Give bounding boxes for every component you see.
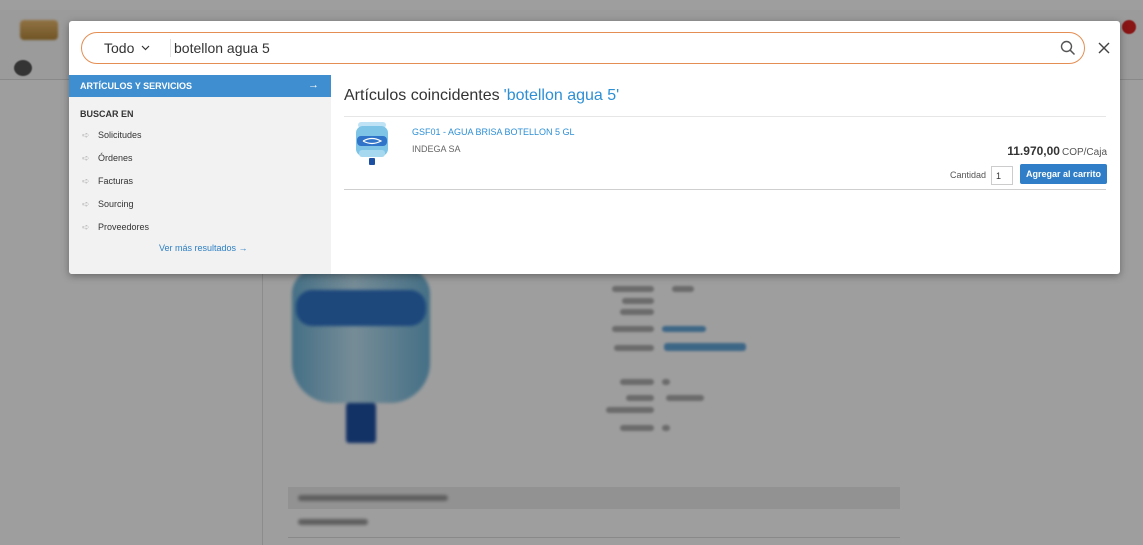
search-in-item-sourcing[interactable]: ➪ Sourcing — [82, 199, 149, 222]
item-label: Facturas — [98, 176, 134, 186]
search-in-item-facturas[interactable]: ➪ Facturas — [82, 176, 149, 199]
scope-divider — [170, 39, 171, 57]
scope-label: Todo — [104, 40, 135, 56]
search-in-list: ➪ Solicitudes ➪ Órdenes ➪ Facturas ➪ Sou… — [82, 130, 149, 245]
search-icon[interactable] — [1059, 39, 1077, 57]
item-label: Sourcing — [98, 199, 134, 209]
close-icon[interactable] — [1094, 38, 1114, 58]
arrow-right-icon: ➪ — [82, 199, 90, 209]
search-modal: Todo ARTÍCULOS Y SERVICIOS → BUSCAR EN ➪… — [69, 21, 1120, 274]
search-scope-panel: ARTÍCULOS Y SERVICIOS → BUSCAR EN ➪ Soli… — [69, 75, 331, 274]
arrow-right-icon: ➪ — [82, 222, 90, 232]
product-name-link[interactable]: GSF01 - AGUA BRISA BOTELLON 5 GL — [412, 127, 575, 137]
search-in-item-proveedores[interactable]: ➪ Proveedores — [82, 222, 149, 245]
results-title: Artículos coincidentes'botellon agua 5' — [344, 87, 619, 105]
arrow-right-icon: ➪ — [82, 130, 90, 140]
product-thumbnail[interactable] — [356, 122, 388, 172]
item-label: Órdenes — [98, 153, 133, 163]
arrow-right-icon: → — [308, 79, 319, 91]
price-unit: COP/Caja — [1061, 147, 1107, 158]
chevron-down-icon — [141, 43, 150, 54]
item-label: Proveedores — [98, 222, 150, 232]
item-label: Solicitudes — [98, 130, 142, 140]
scope-dropdown[interactable]: Todo — [104, 33, 150, 63]
product-price: 11.970,00 COP/Caja — [1007, 144, 1107, 158]
price-value: 11.970,00 — [1007, 144, 1060, 158]
quantity-input[interactable] — [991, 166, 1013, 185]
results-heading: Artículos coincidentes — [344, 87, 500, 104]
divider — [344, 189, 1106, 190]
search-bar: Todo — [81, 32, 1085, 64]
results-query: 'botellon agua 5' — [503, 87, 620, 104]
search-input[interactable] — [174, 37, 1034, 59]
arrow-right-icon: ➪ — [82, 176, 90, 186]
see-more-results-link[interactable]: Ver más resultados → — [159, 243, 248, 253]
search-in-item-solicitudes[interactable]: ➪ Solicitudes — [82, 130, 149, 153]
search-in-item-ordenes[interactable]: ➪ Órdenes — [82, 153, 149, 176]
add-to-cart-button[interactable]: Agregar al carrito — [1020, 164, 1107, 184]
product-vendor: INDEGA SA — [412, 144, 461, 154]
arrow-right-icon: ➪ — [82, 153, 90, 163]
quantity-label: Cantidad — [950, 170, 987, 180]
tab-articulos-servicios[interactable]: ARTÍCULOS Y SERVICIOS → — [69, 75, 331, 97]
tab-label: ARTÍCULOS Y SERVICIOS — [80, 81, 193, 91]
section-title: BUSCAR EN — [80, 109, 134, 119]
divider — [344, 116, 1106, 117]
